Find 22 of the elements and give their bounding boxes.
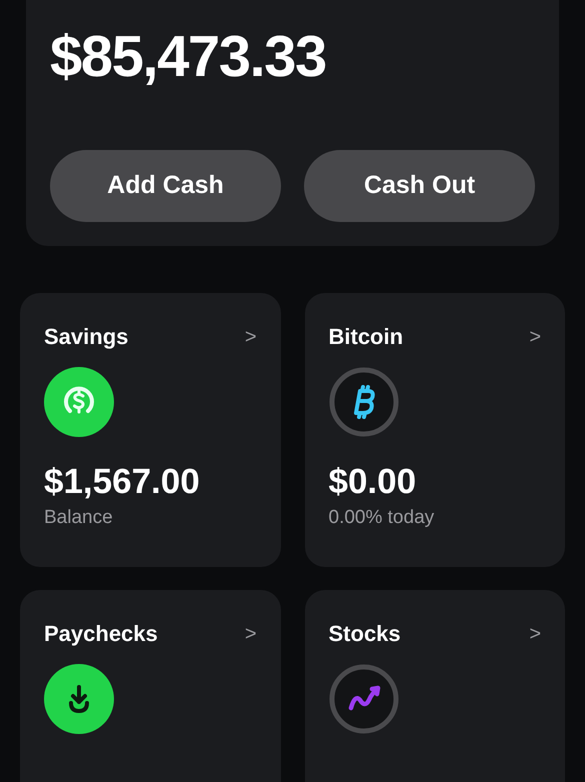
balance-amount: $85,473.33 — [50, 23, 326, 91]
tile-caption: 0.00% today — [328, 506, 434, 530]
dollar-icon — [44, 367, 114, 437]
chevron-icon: > — [529, 622, 541, 646]
tile-caption: Balance — [44, 506, 113, 530]
tile-title: Paychecks — [44, 620, 158, 648]
account-tile[interactable]: Savings > $1,567.00 Balance — [20, 293, 280, 567]
action-button[interactable]: Add Cash — [50, 150, 281, 222]
tile-title: Bitcoin — [328, 323, 404, 351]
chevron-icon: > — [244, 325, 256, 349]
action-button[interactable]: Cash Out — [304, 150, 535, 222]
account-tile[interactable]: Paychecks > — [20, 590, 280, 782]
tile-amount: $0.00 — [328, 461, 416, 503]
tile-title: Stocks — [328, 620, 401, 648]
chevron-icon: > — [244, 622, 256, 646]
tile-amount: $1,567.00 — [44, 461, 200, 503]
chevron-icon: > — [529, 325, 541, 349]
bitcoin-icon — [328, 367, 398, 437]
tile-title: Savings — [44, 323, 128, 351]
download-icon — [44, 664, 114, 734]
account-tile[interactable]: Stocks > — [304, 590, 565, 782]
account-tile[interactable]: Bitcoin > $0.00 0.00% today — [304, 293, 565, 567]
